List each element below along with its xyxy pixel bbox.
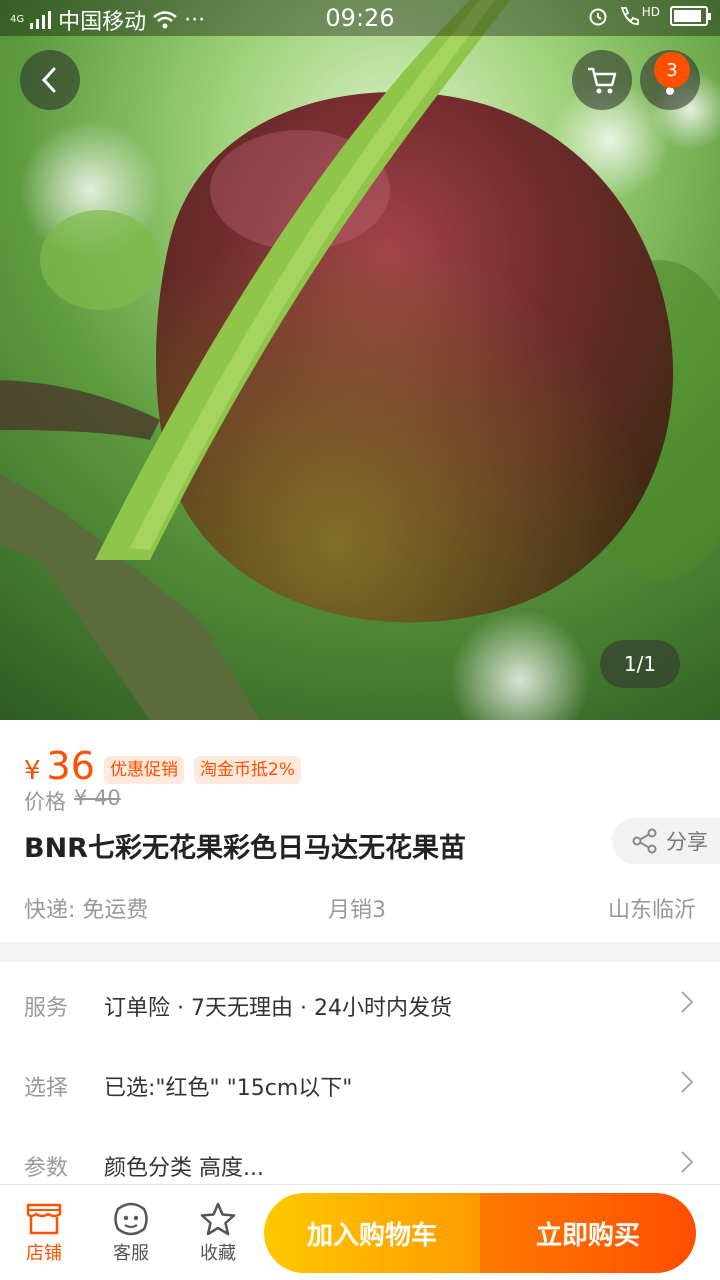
selection-label: 选择 [24,1076,69,1101]
share-button[interactable]: 分享 [612,818,720,864]
product-image[interactable]: 4G 中国移动 ··· 09:26 HD 3 1/1 [0,0,720,720]
store-label: 店铺 [26,1243,62,1264]
more-dot-icon [666,87,674,95]
alarm-icon [589,8,607,26]
ship-from-location: 山东临沂 [607,898,696,923]
buy-now-button[interactable]: 立即购买 [480,1193,696,1273]
currency-symbol: ¥ [24,756,41,786]
original-price-label: 价格 [24,790,66,814]
section-divider [0,942,720,962]
chevron-right-icon [681,1071,694,1093]
image-pager: 1/1 [600,640,680,688]
shipping-info: 快递: 免运费 [24,898,149,923]
store-tab[interactable]: 店铺 [4,1199,84,1265]
battery-icon [670,6,711,26]
back-button[interactable] [20,50,80,110]
price-row: ¥ 36 [24,746,95,786]
status-bar: 4G 中国移动 ··· 09:26 HD [0,0,720,36]
selection-value: 已选:"红色" "15cm以下" [104,1076,353,1101]
product-title: BNR七彩无花果彩色日马达无花果苗 [24,833,466,864]
original-price: ¥ 40 [74,786,121,810]
current-price: 36 [46,744,95,788]
favorite-tab[interactable]: 收藏 [178,1199,258,1265]
share-icon [632,828,657,854]
share-label: 分享 [666,830,708,854]
service-label: 服务 [24,996,69,1021]
product-info: ¥ 36 优惠促销 淘金币抵2% 价格 ¥ 40 BNR七彩无花果彩色日马达无花… [0,720,720,942]
star-icon [200,1202,236,1236]
params-label: 参数 [24,1156,69,1181]
add-to-cart-button[interactable]: 加入购物车 [264,1193,480,1273]
bottom-action-bar: 店铺 客服 收藏 加入购物车 立即购买 [0,1184,720,1280]
customer-service-label: 客服 [113,1243,149,1264]
cart-count-badge: 3 [654,52,690,88]
coin-tag: 淘金币抵2% [194,756,301,784]
customer-service-icon [114,1202,148,1236]
chevron-left-icon [41,67,56,93]
chevron-right-icon [681,1151,694,1173]
battery-level [674,10,701,22]
service-row[interactable]: 服务 订单险 · 7天无理由 · 24小时内发货 [0,962,720,1042]
store-icon [26,1203,62,1235]
customer-service-tab[interactable]: 客服 [91,1199,171,1265]
params-value: 颜色分类 高度... [104,1156,264,1181]
hd-label: HD [641,5,660,19]
cart-button[interactable] [572,50,632,110]
chevron-right-icon [681,991,694,1013]
cart-icon [588,67,617,94]
monthly-sales: 月销3 [328,898,386,923]
selection-row[interactable]: 选择 已选:"红色" "15cm以下" [0,1042,720,1122]
promo-tag: 优惠促销 [104,756,184,784]
service-value: 订单险 · 7天无理由 · 24小时内发货 [104,996,452,1021]
original-price-row: 价格 ¥ 40 [24,786,121,816]
call-icon [620,7,639,25]
favorite-label: 收藏 [200,1243,236,1264]
